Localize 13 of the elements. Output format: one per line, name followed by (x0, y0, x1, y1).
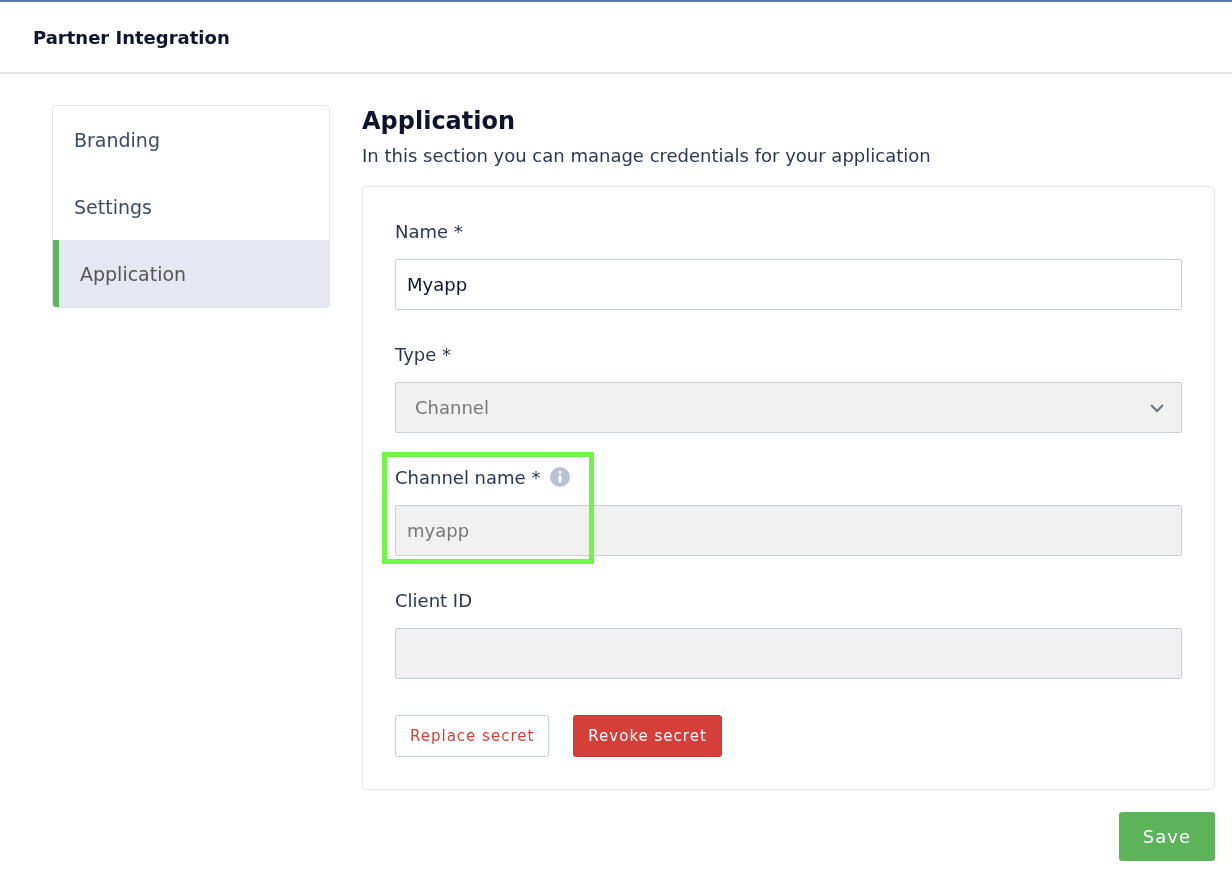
input-field[interactable]: Myapp (395, 259, 1182, 310)
field-label: Channel name * (395, 466, 541, 488)
sidebar-item[interactable]: Application (53, 240, 329, 307)
revoke-secret-button[interactable]: Revoke secret (573, 715, 722, 757)
field-label: Type * (395, 343, 452, 365)
replace-secret-button[interactable]: Replace secret (395, 715, 550, 757)
section-title: Application (362, 106, 517, 135)
page-title: Partner Integration (33, 26, 230, 48)
chevron-down-icon (1149, 402, 1165, 413)
section-subtitle: In this section you can manage credentials for your application (362, 145, 932, 166)
field-label: Name * (395, 220, 463, 242)
save-button[interactable]: Save (1118, 812, 1215, 861)
field-label: Client ID (395, 589, 472, 611)
